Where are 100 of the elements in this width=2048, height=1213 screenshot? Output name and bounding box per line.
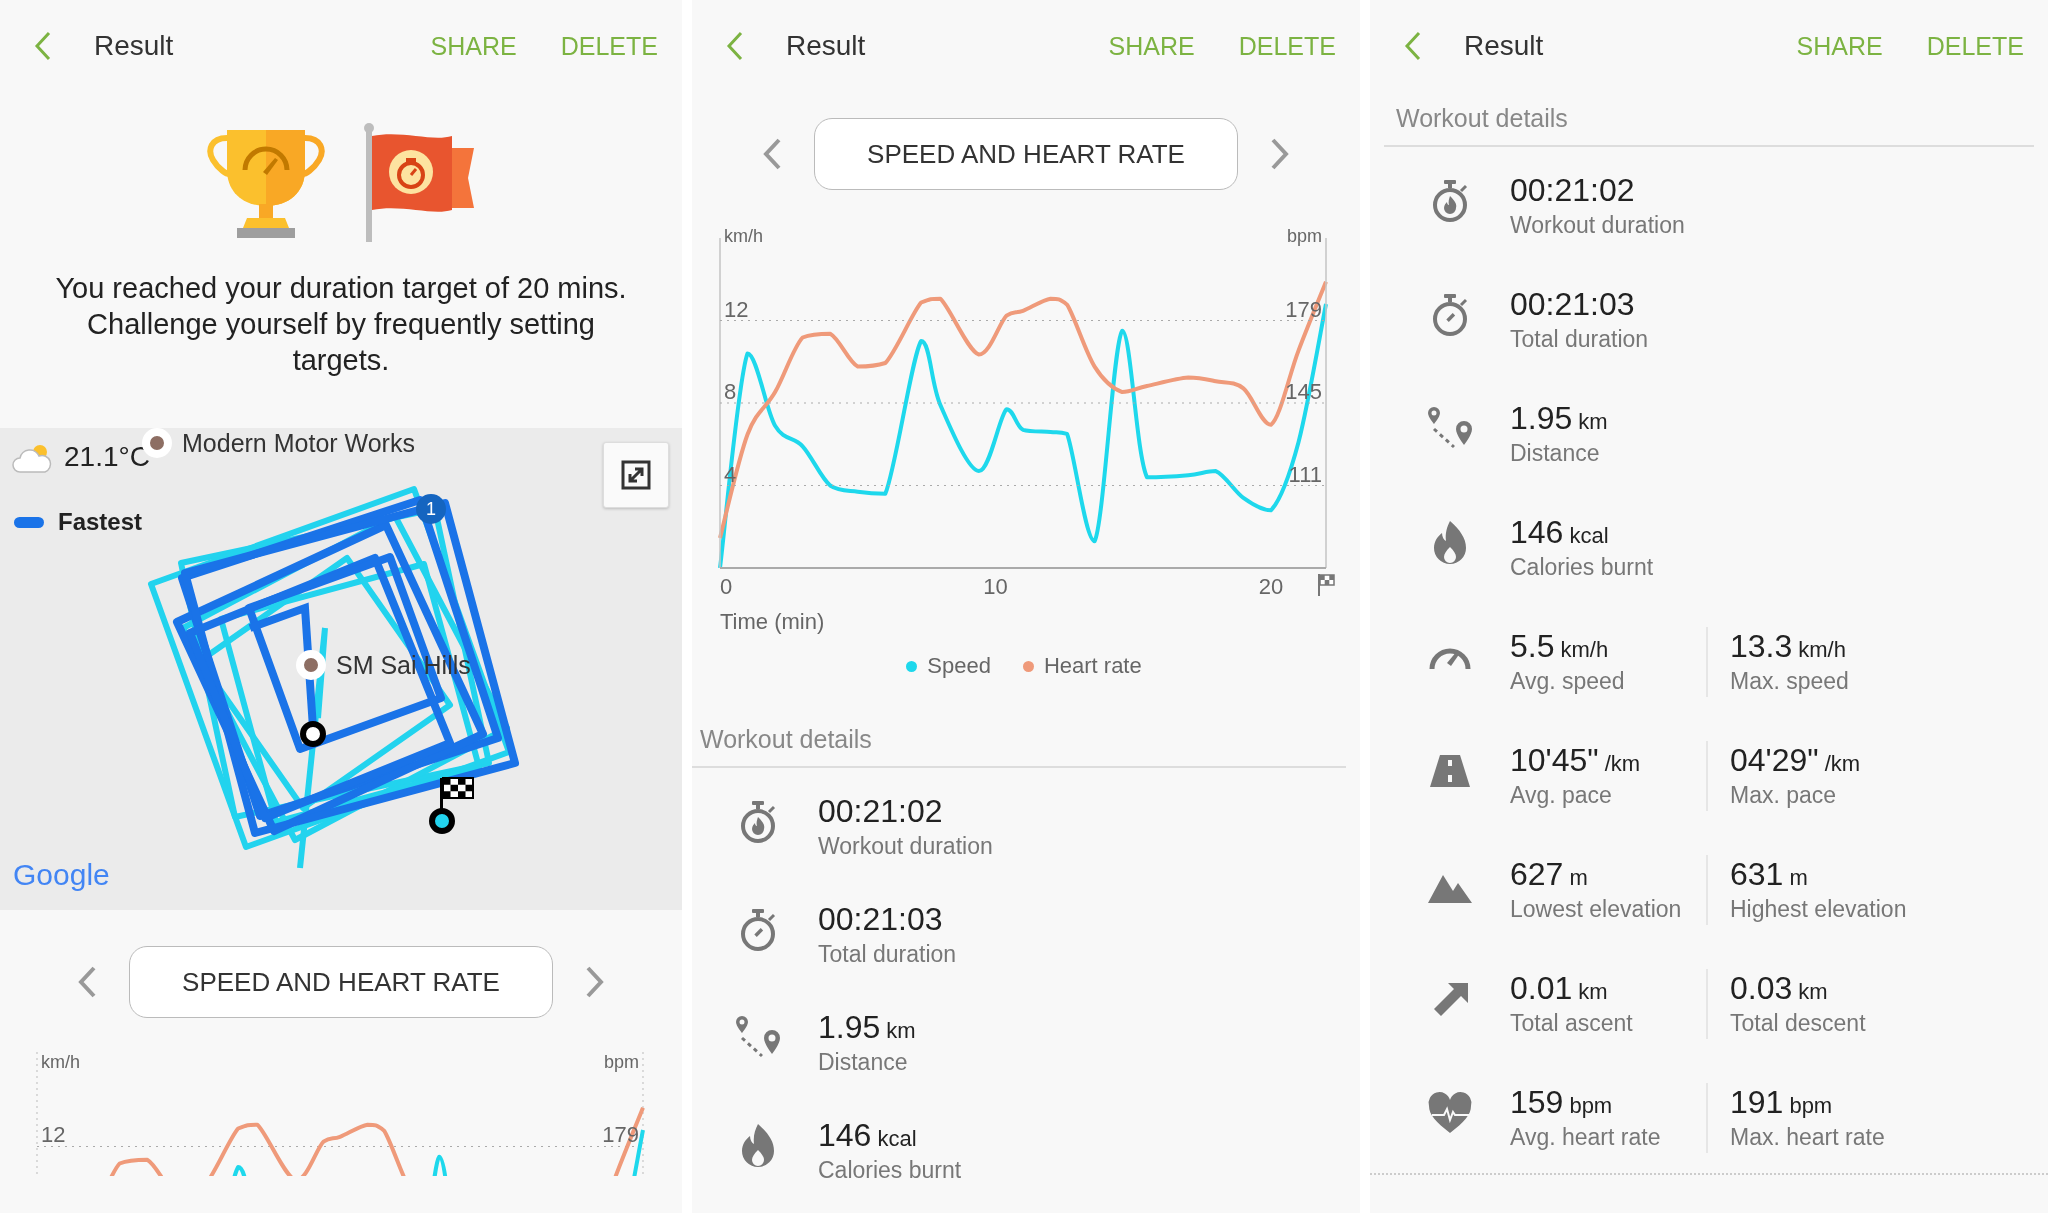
section-title: Workout details [692, 713, 1346, 768]
target-message: You reached your duration target of 20 mins. Challenge yourself by frequently setting targets. [54, 271, 628, 378]
temperature: 21.1°C [64, 441, 150, 473]
metric-label: Avg. pace [1510, 781, 1613, 810]
metric-value: 159 [1510, 1083, 1564, 1121]
metric-label: Max. pace [1730, 781, 1838, 810]
metric-unit: /km [1604, 751, 1641, 777]
axis-unit: km/h [41, 1052, 80, 1072]
metric-unit: bpm [1569, 1093, 1613, 1119]
metric-label: Distance [818, 1048, 909, 1077]
chart-type-button[interactable]: SPEED AND HEART RATE [814, 118, 1238, 190]
place-label: Modern Motor Works [182, 428, 415, 458]
metric-label: Avg. heart rate [1510, 1123, 1662, 1152]
finish-flag-icon [1318, 574, 1335, 596]
metric-label: Max. speed [1730, 667, 1850, 696]
right-chevron-icon [1270, 137, 1290, 171]
metric-label: Workout duration [818, 832, 994, 861]
metric-label: Calories burnt [1510, 553, 1655, 582]
metric-unit: kcal [1569, 523, 1609, 549]
legend-dot [1022, 660, 1034, 672]
metric-label: Total duration [818, 940, 958, 969]
right-chevron-icon [585, 965, 605, 999]
legend-dot [906, 660, 918, 672]
section-title: Workout details [1384, 92, 2034, 147]
metric-value: 0.01 [1510, 969, 1573, 1007]
metric-unit: km/h [1798, 637, 1846, 663]
metric-value: 0.03 [1730, 969, 1793, 1007]
axis-unit: km/h [724, 226, 763, 246]
metric-unit: /km [1824, 751, 1861, 777]
flag-icon [361, 122, 477, 244]
legend-label: Heart rate [1043, 653, 1142, 679]
metric-value: 00:21:03 [1510, 285, 1635, 323]
tick-label: 20 [1258, 574, 1284, 599]
metric-value: 5.5 [1510, 627, 1555, 665]
metric-label: Distance [1510, 439, 1601, 468]
metric-value: 1.95 [1510, 399, 1573, 437]
metric-unit: km [1578, 409, 1608, 435]
metric-value: 631 [1730, 855, 1784, 893]
tick-label: 111 [1288, 461, 1322, 487]
expand-button[interactable] [603, 442, 669, 508]
tick-label: 0 [720, 574, 733, 599]
metric-unit: m [1569, 865, 1588, 891]
metric-unit: kcal [877, 1126, 917, 1152]
metric-value: 146 [1510, 513, 1564, 551]
metric-label: Total ascent [1510, 1009, 1634, 1038]
axis-title: Time (min) [719, 608, 826, 636]
metric-value: 191 [1730, 1083, 1784, 1121]
tick-label: 12 [41, 1122, 66, 1147]
action-button[interactable]: DELETE [1924, 27, 2026, 65]
metric-value: 10'45" [1510, 741, 1599, 779]
metric-label: Lowest elevation [1510, 895, 1683, 924]
metric-unit: km [1798, 979, 1828, 1005]
metric-value: 146 [818, 1116, 872, 1154]
metric-value: 00:21:03 [818, 900, 943, 938]
metric-unit: km/h [1560, 637, 1609, 663]
left-chevron-icon [762, 137, 782, 171]
metric-label: Calories burnt [818, 1156, 963, 1185]
metric-label: Total descent [1730, 1009, 1867, 1038]
action-button[interactable]: DELETE [558, 27, 660, 65]
back-chevron-icon [34, 31, 52, 61]
back-chevron-icon [726, 31, 744, 61]
expand-icon [621, 460, 651, 490]
start-marker-icon [300, 721, 326, 747]
left-chevron-icon [77, 965, 97, 999]
metric-unit: m [1789, 865, 1808, 891]
chart-type-button[interactable]: SPEED AND HEART RATE [129, 946, 553, 1018]
screen-title: Result [786, 30, 866, 62]
metric-label: Avg. speed [1510, 667, 1626, 696]
metric-label: Highest elevation [1730, 895, 1908, 924]
metric-value: 04'29" [1730, 741, 1819, 779]
legend-swatch [14, 516, 44, 528]
metric-value: 13.3 [1730, 627, 1793, 665]
metric-unit: bpm [1789, 1093, 1833, 1119]
legend-label: Speed [927, 653, 991, 679]
tick-label: 10 [983, 574, 1008, 599]
action-button[interactable]: DELETE [1236, 27, 1338, 65]
back-chevron-icon [1404, 31, 1422, 61]
metric-value: 00:21:02 [818, 792, 943, 830]
action-button[interactable]: SHARE [428, 27, 519, 65]
screen-title: Result [1464, 30, 1544, 62]
metric-value: 1.95 [818, 1008, 881, 1046]
axis-unit: bpm [604, 1052, 639, 1072]
axis-unit: bpm [1287, 226, 1322, 246]
tick-label: 4 [724, 461, 737, 487]
metric-label: Max. heart rate [1730, 1123, 1886, 1152]
map-attribution: Google [13, 858, 110, 892]
metric-unit: km [1578, 979, 1608, 1005]
legend-label: Fastest [58, 508, 143, 536]
metric-value: 627 [1510, 855, 1564, 893]
metric-unit: km [886, 1018, 916, 1044]
metric-label: Total duration [1510, 325, 1650, 354]
finish-marker-icon [429, 777, 474, 834]
lap-marker: 1 [416, 494, 446, 524]
action-button[interactable]: SHARE [1106, 27, 1197, 65]
metric-value: 00:21:02 [1510, 171, 1635, 209]
place-pin-icon [296, 650, 326, 680]
tick-label: 12 [724, 296, 749, 322]
tick-label: 8 [724, 379, 737, 404]
metric-label: Workout duration [1510, 211, 1686, 240]
action-button[interactable]: SHARE [1794, 27, 1885, 65]
